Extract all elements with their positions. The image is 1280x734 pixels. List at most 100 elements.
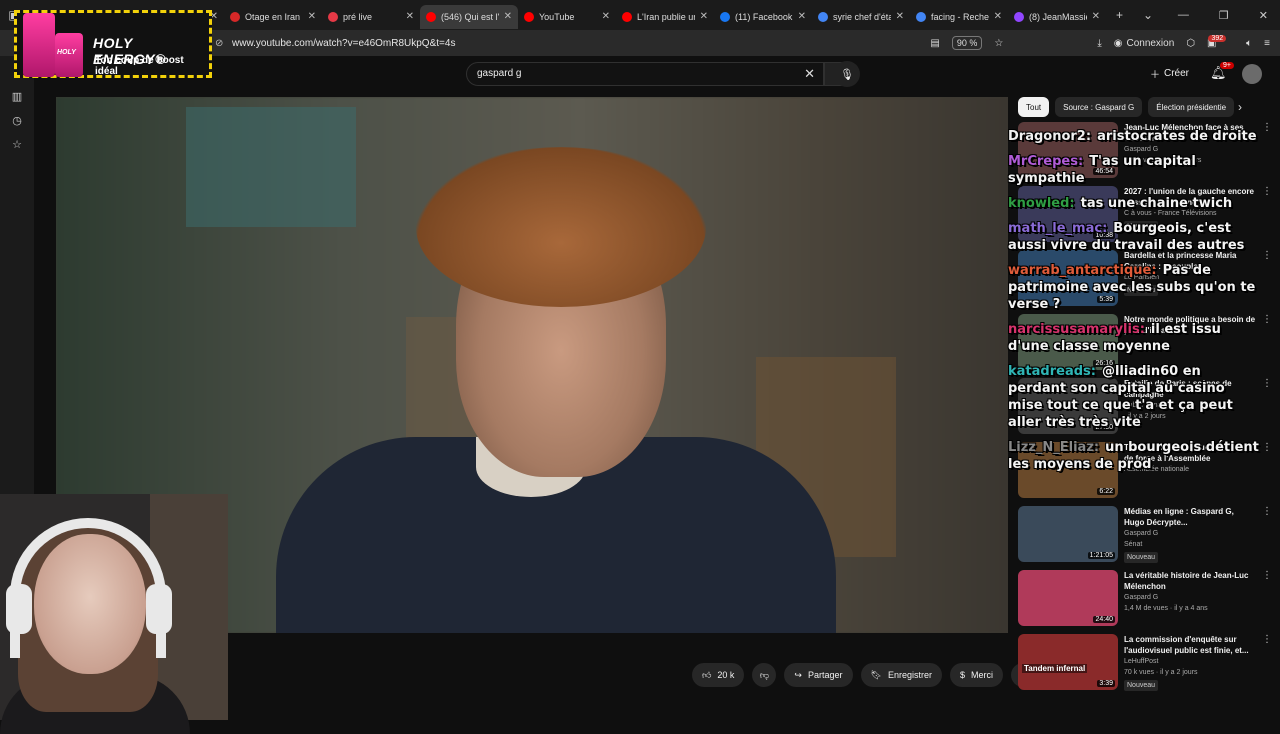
like-count: 20 k [717,670,735,680]
video-duration: 24:40 [1093,616,1115,623]
recommendation-title[interactable]: La commission d'enquête sur l'audiovisue… [1124,634,1256,656]
chat-message: Lizz_N_Eliaz: un bourgeois détient les mo… [1008,439,1260,473]
voice-search-button[interactable]: 🎙︎ [834,61,860,87]
extensions-icon[interactable]: ⬡ [1186,38,1195,49]
more-vert-icon[interactable]: ⋮ [1262,186,1272,244]
share-icon: ↪ [794,669,802,680]
tab-title: YouTube [539,11,575,22]
tab-title: Otage en Iran : " [245,11,303,22]
recommendation-channel[interactable]: Gaspard G [1124,528,1256,539]
video-person-hair [416,147,706,307]
minimize-icon[interactable]: — [1178,9,1189,22]
browser-tab[interactable]: (8) JeanMassiet ✕ [1008,5,1106,29]
tab-favicon-icon [426,11,436,22]
chat-username: Lizz_N_Eliaz: [1008,440,1100,455]
tab-close-icon[interactable]: ✕ [700,11,708,22]
restore-icon[interactable]: ❐ [1219,9,1229,22]
connexion-label: Connexion [1126,37,1175,49]
search-value: gaspard g [477,68,522,79]
more-vert-icon[interactable]: ⋮ [1262,250,1272,308]
tab-close-icon[interactable]: ✕ [798,11,806,22]
tab-close-icon[interactable]: ✕ [1092,11,1100,22]
sponsor-slogan: Ton coup de boost idéal [95,55,184,77]
video-thumbnail[interactable]: 24:40 [1018,570,1118,626]
video-thumbnail[interactable]: Tandem infernal 3:39 [1018,634,1118,690]
connexion-button[interactable]: ◉ Connexion [1114,38,1175,49]
browser-tab[interactable]: Otage en Iran : " ✕ [224,5,322,29]
url-field[interactable]: www.youtube.com/watch?v=e46OmR8UkpQ&t=4s [232,38,455,49]
browser-tab[interactable]: YouTube ✕ [518,5,616,29]
save-button[interactable]: 🔖︎ Enregistrer [860,663,942,687]
favorite-star-icon[interactable]: ☆ [994,38,1003,49]
volume-icon[interactable]: 🔈︎ [1246,38,1252,49]
tab-close-icon[interactable]: ✕ [406,11,414,22]
tab-close-icon[interactable]: ✕ [994,11,1002,22]
tab-favicon-icon [524,11,534,22]
more-vert-icon[interactable]: ⋮ [1262,570,1272,628]
share-button[interactable]: ↪ Partager [784,663,853,687]
bookmark-icon: 🔖︎ [870,669,882,680]
filter-chip[interactable]: Tout [1018,97,1050,117]
webcam-overlay [0,494,228,734]
recommendation-channel[interactable]: LeHuffPost [1124,656,1256,667]
video-actions: 👍︎ 20 k 👎︎ ↪ Partager 🔖︎ Enregistrer $ Merci… [692,662,1035,688]
more-vert-icon[interactable]: ⋮ [1262,442,1272,500]
browser-tab[interactable]: syrie chef d'état ✕ [812,5,910,29]
tab-close-icon[interactable]: ✕ [602,11,610,22]
favorites-icon[interactable]: ☆ [0,132,34,156]
browser-tab[interactable]: facing - Recherch ✕ [910,5,1008,29]
more-vert-icon[interactable]: ⋮ [1262,506,1272,564]
browser-tab[interactable]: (11) Facebook ✕ [714,5,812,29]
browser-menu-icon[interactable]: ≡ [1264,38,1270,49]
recommendation-meta: Médias en ligne : Gaspard G, Hugo Décryp… [1124,506,1256,564]
more-vert-icon[interactable]: ⋮ [1262,122,1272,180]
account-avatar[interactable] [1242,64,1262,84]
recommendation-title[interactable]: La véritable histoire de Jean-Luc Mélenc… [1124,570,1256,592]
tab-list-chevron-icon[interactable]: ⌄ [1143,8,1153,22]
recommendation-channel[interactable]: Gaspard G [1124,592,1256,603]
thanks-button[interactable]: $ Merci [949,663,1003,687]
clear-search-icon[interactable]: ✕ [804,66,815,82]
browser-tab[interactable]: L'Iran publie une ✕ [616,5,714,29]
can-label: HOLY [57,49,76,56]
window-close-icon[interactable]: ✕ [1259,9,1268,22]
site-info-icon[interactable]: ⊘ [215,38,223,49]
more-vert-icon[interactable]: ⋮ [1262,378,1272,436]
downloads-icon[interactable]: ⤓ [1097,38,1101,49]
recommendation-item[interactable]: Tandem infernal 3:39 La commission d'enquê… [1018,634,1272,692]
tab-close-icon[interactable]: ✕ [504,11,512,22]
chips-next-icon[interactable]: › [1238,100,1242,114]
chat-message: MrCrepes: T'as un capital sympathie [1008,153,1260,187]
collections-icon[interactable]: ▥ [0,84,34,108]
tab-title: syrie chef d'état [833,11,891,22]
tab-favicon-icon [230,11,240,22]
tab-title: L'Iran publie une [637,11,695,22]
zoom-level[interactable]: 90 % [951,36,983,50]
filter-chips: Tout Source : Gaspard G Élection président… [1018,97,1235,117]
chat-username: narcissusamarylis: [1008,322,1145,337]
tab-close-icon[interactable]: ✕ [896,11,904,22]
recommendation-item[interactable]: 1:21:05 Médias en ligne : Gaspard G, Hugo… [1018,506,1272,564]
search-input[interactable]: gaspard g ✕ [466,62,824,86]
new-tab-icon[interactable]: + [1116,8,1123,22]
recommendation-stats: 70 k vues · il y a 2 jours [1124,669,1198,676]
filter-chip[interactable]: Source : Gaspard G [1055,97,1143,117]
dislike-button[interactable]: 👎︎ [752,663,777,687]
extension-badge: 392 [1208,34,1227,42]
more-vert-icon[interactable]: ⋮ [1262,314,1272,372]
reader-view-icon[interactable]: ▤ [930,38,939,49]
browser-tab[interactable]: (546) Qui est l'au ✕ [420,4,518,29]
create-label: Créer [1164,68,1190,79]
more-vert-icon[interactable]: ⋮ [1262,634,1272,692]
create-button[interactable]: ＋ Créer [1150,66,1189,81]
new-badge: Nouveau [1124,552,1159,563]
video-thumbnail[interactable]: 1:21:05 [1018,506,1118,562]
extension-badge-icon[interactable]: ▣392 [1207,34,1234,49]
recommendation-item[interactable]: 24:40 La véritable histoire de Jean-Luc M… [1018,570,1272,628]
recommendation-title[interactable]: Médias en ligne : Gaspard G, Hugo Décryp… [1124,506,1256,528]
tab-close-icon[interactable]: ✕ [308,11,316,22]
history-icon[interactable]: ◷ [0,108,34,132]
like-button[interactable]: 👍︎ 20 k [692,663,745,687]
filter-chip[interactable]: Élection présidentie [1148,97,1235,117]
browser-tab[interactable]: pré live ✕ [322,5,420,29]
